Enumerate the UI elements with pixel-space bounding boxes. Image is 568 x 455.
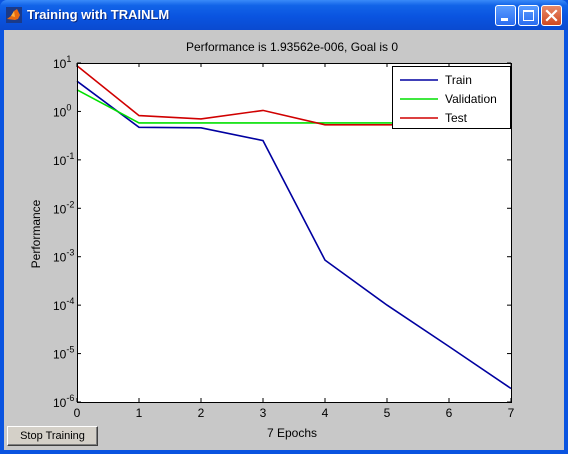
- close-icon: [545, 9, 558, 22]
- close-button[interactable]: [541, 5, 562, 26]
- legend-label: Validation: [445, 92, 497, 106]
- stop-training-button[interactable]: Stop Training: [7, 426, 98, 446]
- maximize-button[interactable]: [518, 5, 539, 26]
- y-axis-label: Performance: [29, 199, 43, 268]
- figure-area: Performance is 1.93562e-006, Goal is 0 0…: [4, 30, 564, 450]
- y-tick-label: 100: [53, 102, 71, 119]
- x-tick-label: 7: [508, 406, 515, 420]
- x-tick-label: 4: [322, 406, 329, 420]
- x-tick-label: 5: [384, 406, 391, 420]
- x-tick-label: 3: [260, 406, 267, 420]
- training-window: Training with TRAINLM Performance is 1.9…: [0, 0, 568, 454]
- y-tick-label: 10-4: [53, 296, 74, 313]
- legend: Train Validation Test: [392, 66, 511, 129]
- y-tick-label: 10-1: [53, 151, 74, 168]
- title-bar[interactable]: Training with TRAINLM: [0, 0, 568, 30]
- legend-label: Test: [445, 111, 468, 125]
- legend-label: Train: [445, 73, 472, 87]
- performance-plot: Performance is 1.93562e-006, Goal is 0 0…: [29, 40, 515, 440]
- x-tick-label: 2: [198, 406, 205, 420]
- x-tick-label: 1: [136, 406, 143, 420]
- window-title: Training with TRAINLM: [27, 7, 170, 22]
- x-tick-label: 0: [74, 406, 81, 420]
- y-tick-label: 10-2: [53, 199, 74, 216]
- matlab-icon: [6, 7, 22, 23]
- minimize-icon: [501, 18, 508, 21]
- x-axis-label: 7 Epochs: [267, 426, 317, 440]
- y-tick-label: 10-5: [53, 345, 74, 362]
- maximize-icon: [523, 10, 534, 21]
- y-tick-label: 101: [53, 54, 71, 71]
- y-tick-label: 10-6: [53, 393, 74, 410]
- plot-title: Performance is 1.93562e-006, Goal is 0: [186, 40, 398, 54]
- minimize-button[interactable]: [495, 5, 516, 26]
- y-tick-label: 10-3: [53, 248, 74, 265]
- x-tick-label: 6: [446, 406, 453, 420]
